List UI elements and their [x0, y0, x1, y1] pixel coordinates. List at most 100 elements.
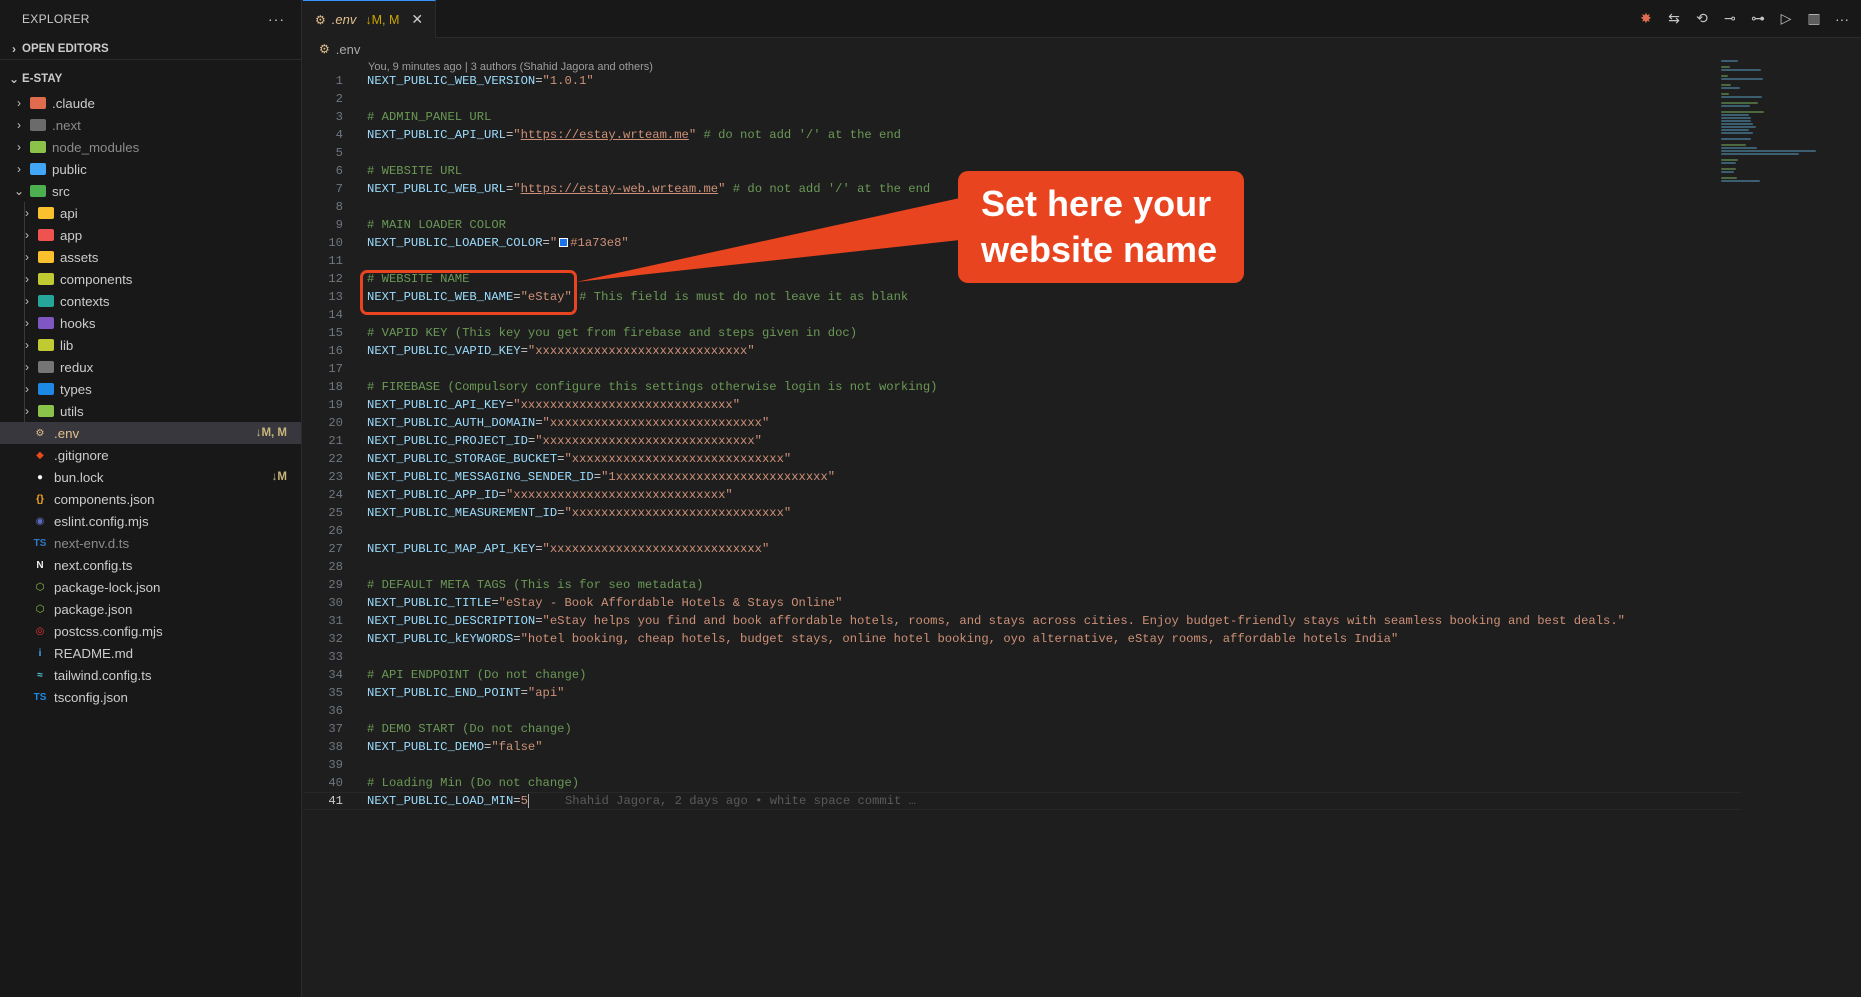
url-link[interactable]: https://estay-web.wrteam.me: [521, 182, 718, 196]
tree-file-postcssconfigmjs[interactable]: ◎ postcss.config.mjs: [0, 620, 301, 642]
more-actions-icon[interactable]: ···: [268, 11, 285, 27]
tree-item-components[interactable]: › components: [0, 268, 301, 290]
code-line[interactable]: 32 NEXT_PUBLIC_kEYWORDS="hotel booking, c…: [303, 630, 1861, 648]
tree-item-api[interactable]: › api: [0, 202, 301, 224]
code-line[interactable]: 17: [303, 360, 1861, 378]
tree-item-contexts[interactable]: › contexts: [0, 290, 301, 312]
tree-item-app[interactable]: › app: [0, 224, 301, 246]
minimap-line: [1721, 123, 1753, 125]
code-line[interactable]: 4 NEXT_PUBLIC_API_URL="https://estay.wrte…: [303, 126, 1861, 144]
code-line[interactable]: 39: [303, 756, 1861, 774]
tree-item-public[interactable]: › public: [0, 158, 301, 180]
tree-file-readmemd[interactable]: i README.md: [0, 642, 301, 664]
chevron-right-icon: ›: [25, 228, 29, 242]
tree-item-hooks[interactable]: › hooks: [0, 312, 301, 334]
code-line[interactable]: 20 NEXT_PUBLIC_AUTH_DOMAIN="xxxxxxxxxxxxx…: [303, 414, 1861, 432]
comment: # do not add '/' at the end: [725, 182, 931, 196]
split-editor-icon[interactable]: ▥: [1805, 10, 1823, 27]
folder-icon: [30, 96, 46, 110]
tab-env[interactable]: ⚙ .env ↓M, M ✕: [303, 0, 437, 38]
code-line[interactable]: 40 # Loading Min (Do not change): [303, 774, 1861, 792]
env-key: NEXT_PUBLIC_PROJECT_ID: [367, 434, 528, 448]
env-value: ": [513, 182, 521, 196]
tree-file-packagelockjson[interactable]: ⬡ package-lock.json: [0, 576, 301, 598]
equals-sign: =: [513, 632, 521, 646]
tree-file-nextenvdts[interactable]: TS next-env.d.ts: [0, 532, 301, 554]
minimap-line: [1721, 78, 1764, 80]
tree-file-tailwindconfigts[interactable]: ≈ tailwind.config.ts: [0, 664, 301, 686]
tree-file-env[interactable]: ⚙ .env ↓M, M: [0, 422, 301, 444]
code-line[interactable]: 28: [303, 558, 1861, 576]
tree-file-bunlock[interactable]: ● bun.lock ↓M: [0, 466, 301, 488]
code-line[interactable]: 1 NEXT_PUBLIC_WEB_VERSION="1.0.1": [303, 72, 1861, 90]
code-line[interactable]: 33: [303, 648, 1861, 666]
minimap-line: [1721, 93, 1729, 95]
tree-item-src[interactable]: ⌄ src: [0, 180, 301, 202]
env-key: NEXT_PUBLIC_MESSAGING_SENDER_ID: [367, 470, 594, 484]
file-icon: TS: [33, 691, 47, 703]
code-line[interactable]: 25 NEXT_PUBLIC_MEASUREMENT_ID="xxxxxxxxxx…: [303, 504, 1861, 522]
breadcrumb-file[interactable]: .env: [336, 42, 361, 57]
tree-item-next[interactable]: › .next: [0, 114, 301, 136]
code-line[interactable]: 41 NEXT_PUBLIC_LOAD_MIN=5 Shahid Jagora, 2…: [303, 792, 1741, 810]
color-swatch[interactable]: [559, 238, 569, 247]
go-forward-icon[interactable]: ⊶: [1749, 10, 1767, 27]
code-line[interactable]: 24 NEXT_PUBLIC_APP_ID="xxxxxxxxxxxxxxxxxx…: [303, 486, 1861, 504]
code-line[interactable]: 2: [303, 90, 1861, 108]
code-line[interactable]: 26: [303, 522, 1861, 540]
tree-item-nodemodules[interactable]: › node_modules: [0, 136, 301, 158]
code-line[interactable]: 22 NEXT_PUBLIC_STORAGE_BUCKET="xxxxxxxxxx…: [303, 450, 1861, 468]
compare-icon[interactable]: ⇆: [1665, 10, 1683, 27]
code-line[interactable]: 16 NEXT_PUBLIC_VAPID_KEY="xxxxxxxxxxxxxxx…: [303, 342, 1861, 360]
tree-item-lib[interactable]: › lib: [0, 334, 301, 356]
code-line[interactable]: 38 NEXT_PUBLIC_DEMO="false": [303, 738, 1861, 756]
minimap-line: [1721, 144, 1747, 146]
tree-item-utils[interactable]: › utils: [0, 400, 301, 422]
tree-file-eslintconfigmjs[interactable]: ◉ eslint.config.mjs: [0, 510, 301, 532]
code-line[interactable]: 34 # API ENDPOINT (Do not change): [303, 666, 1861, 684]
close-icon[interactable]: ✕: [411, 11, 423, 28]
tree-item-label: types: [60, 381, 92, 397]
tree-item-types[interactable]: › types: [0, 378, 301, 400]
code-line[interactable]: 19 NEXT_PUBLIC_API_KEY="xxxxxxxxxxxxxxxxx…: [303, 396, 1861, 414]
code-line[interactable]: 29 # DEFAULT META TAGS (This is for seo m…: [303, 576, 1861, 594]
tree-item-assets[interactable]: › assets: [0, 246, 301, 268]
git-commit-icon[interactable]: ⊸: [1721, 10, 1739, 27]
tree-file-componentsjson[interactable]: {} components.json: [0, 488, 301, 510]
folder-icon: [38, 360, 54, 374]
code-line[interactable]: 18 # FIREBASE (Compulsory configure this …: [303, 378, 1861, 396]
run-icon[interactable]: ▷: [1777, 10, 1795, 27]
code-line[interactable]: 3 # ADMIN_PANEL URL: [303, 108, 1861, 126]
code-line[interactable]: 23 NEXT_PUBLIC_MESSAGING_SENDER_ID="1xxxx…: [303, 468, 1861, 486]
go-back-icon[interactable]: ⟲: [1693, 10, 1711, 27]
tree-item-claude[interactable]: › .claude: [0, 92, 301, 114]
tree-item-label: .gitignore: [54, 447, 109, 463]
git-status-badge: ↓M: [271, 471, 287, 483]
code-line[interactable]: 35 NEXT_PUBLIC_END_POINT="api": [303, 684, 1861, 702]
code-line[interactable]: 36: [303, 702, 1861, 720]
tree-item-label: assets: [60, 249, 99, 265]
copilot-icon[interactable]: ✸: [1637, 10, 1655, 27]
code-line[interactable]: 30 NEXT_PUBLIC_TITLE="eStay - Book Afford…: [303, 594, 1861, 612]
tree-file-tsconfigjson[interactable]: TS tsconfig.json: [0, 686, 301, 708]
url-link[interactable]: https://estay.wrteam.me: [521, 128, 689, 142]
minimap[interactable]: [1721, 60, 1821, 182]
line-number: 9: [335, 218, 343, 232]
equals-sign: =: [520, 686, 528, 700]
tree-file-gitignore[interactable]: ◆ .gitignore: [0, 444, 301, 466]
code-line[interactable]: 37 # DEMO START (Do not change): [303, 720, 1861, 738]
tree-item-label: bun.lock: [54, 469, 104, 485]
code-line[interactable]: 27 NEXT_PUBLIC_MAP_API_KEY="xxxxxxxxxxxxx…: [303, 540, 1861, 558]
line-content: NEXT_PUBLIC_MAP_API_KEY="xxxxxxxxxxxxxxx…: [343, 542, 769, 556]
tree-file-nextconfigts[interactable]: Nnext.config.ts: [0, 554, 301, 576]
open-editors-section[interactable]: › OPEN EDITORS: [0, 38, 301, 60]
project-section[interactable]: ⌄ E-STAY: [0, 68, 301, 90]
code-line[interactable]: 21 NEXT_PUBLIC_PROJECT_ID="xxxxxxxxxxxxxx…: [303, 432, 1861, 450]
env-key: NEXT_PUBLIC_AUTH_DOMAIN: [367, 416, 536, 430]
code-line[interactable]: 31 NEXT_PUBLIC_DESCRIPTION="eStay helps y…: [303, 612, 1861, 630]
tree-file-packagejson[interactable]: ⬡ package.json: [0, 598, 301, 620]
code-line[interactable]: 5: [303, 144, 1861, 162]
more-icon[interactable]: ···: [1833, 11, 1851, 27]
tree-item-redux[interactable]: › redux: [0, 356, 301, 378]
code-line[interactable]: 15 # VAPID KEY (This key you get from fir…: [303, 324, 1861, 342]
